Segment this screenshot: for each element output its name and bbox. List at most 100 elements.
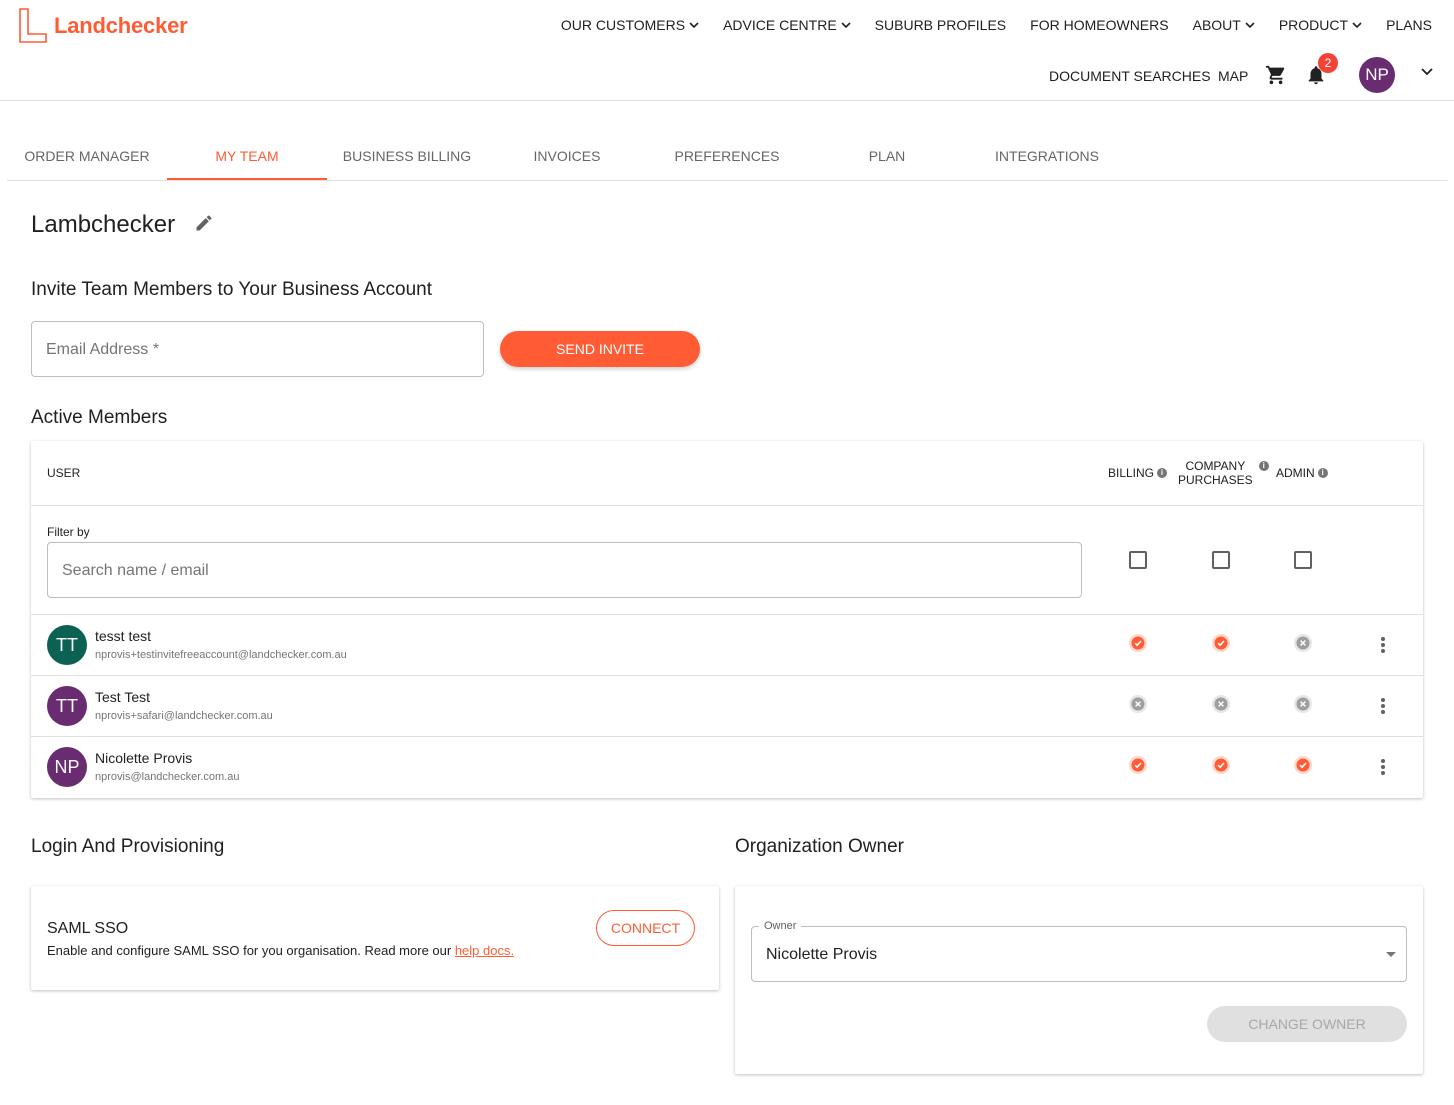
avatar: NP bbox=[47, 747, 87, 787]
send-invite-button[interactable]: SEND INVITE bbox=[500, 331, 700, 367]
nav-plans[interactable]: PLANS bbox=[1386, 16, 1432, 34]
chevron-down-icon bbox=[689, 22, 699, 28]
filter-row: Filter by Search name / email bbox=[31, 506, 1423, 615]
check-circle-icon bbox=[1129, 756, 1147, 774]
saml-card: SAML SSO Enable and configure SAML SSO f… bbox=[31, 886, 719, 990]
owner-selected-value: Nicolette Provis bbox=[766, 946, 878, 963]
owner-select[interactable]: Nicolette Provis bbox=[751, 926, 1407, 982]
member-name: Nicolette Provis bbox=[95, 750, 193, 766]
cancel-circle-icon bbox=[1294, 634, 1312, 652]
more-options-icon[interactable] bbox=[1379, 635, 1387, 655]
invite-title: Invite Team Members to Your Business Acc… bbox=[31, 279, 432, 300]
email-field[interactable]: Email Address * bbox=[31, 321, 484, 377]
filter-label: Filter by bbox=[47, 525, 90, 539]
column-label: COMPANY bbox=[1185, 459, 1246, 473]
tab-business-billing[interactable]: BUSINESS BILLING bbox=[327, 132, 487, 180]
table-row: TT tesst test nprovis+testinvitefreeaccoun… bbox=[31, 615, 1423, 676]
nav-suburb-profiles[interactable]: SUBURB PROFILES bbox=[875, 16, 1006, 34]
check-circle-icon bbox=[1129, 634, 1147, 652]
secondary-nav: DOCUMENT SEARCHES MAP 2 NP bbox=[0, 53, 1454, 93]
tab-integrations[interactable]: INTEGRATIONS bbox=[967, 132, 1127, 180]
nav-about[interactable]: ABOUT bbox=[1193, 16, 1255, 34]
info-icon[interactable]: i bbox=[1157, 468, 1168, 478]
member-name: Test Test bbox=[95, 689, 150, 705]
chevron-down-icon bbox=[1245, 22, 1255, 28]
avatar: TT bbox=[47, 625, 87, 665]
nav-label: PLANS bbox=[1386, 17, 1432, 33]
column-billing: BILLING i bbox=[1108, 466, 1168, 480]
nav-for-homeowners[interactable]: FOR HOMEOWNERS bbox=[1030, 16, 1168, 34]
landchecker-logo-icon bbox=[19, 8, 47, 43]
chevron-down-icon bbox=[1352, 22, 1362, 28]
brand-logo[interactable]: Landchecker bbox=[18, 8, 188, 44]
member-email: nprovis+safari@landchecker.com.au bbox=[95, 710, 273, 722]
nav-label: OUR CUSTOMERS bbox=[560, 17, 686, 33]
team-name: Lambchecker bbox=[31, 211, 176, 238]
tab-preferences[interactable]: PREFERENCES bbox=[647, 132, 807, 180]
avatar: TT bbox=[47, 686, 87, 726]
nav-advice-centre[interactable]: ADVICE CENTRE bbox=[723, 16, 851, 34]
company-purchases-filter-checkbox[interactable] bbox=[1212, 551, 1230, 569]
member-name: tesst test bbox=[95, 628, 152, 644]
tab-plan[interactable]: PLAN bbox=[807, 132, 967, 180]
owner-field-label: Owner bbox=[759, 920, 802, 932]
chevron-down-icon bbox=[841, 22, 851, 28]
search-input[interactable]: Search name / email bbox=[47, 542, 1082, 598]
change-owner-button[interactable]: CHANGE OWNER bbox=[1207, 1006, 1407, 1042]
user-avatar[interactable]: NP bbox=[1359, 57, 1395, 93]
connect-button[interactable]: CONNECT bbox=[596, 910, 695, 946]
billing-filter-checkbox[interactable] bbox=[1129, 551, 1147, 569]
nav-label: ABOUT bbox=[1192, 17, 1241, 33]
nav-product[interactable]: PRODUCT bbox=[1279, 16, 1362, 34]
cancel-circle-icon bbox=[1212, 695, 1230, 713]
table-header: USER BILLING i COMPANY PURCHASES i ADMIN… bbox=[31, 441, 1423, 506]
tab-invoices[interactable]: INVOICES bbox=[487, 132, 647, 180]
column-label: PURCHASES bbox=[1178, 473, 1253, 487]
nav-map[interactable]: MAP bbox=[1218, 68, 1248, 84]
table-row: NP Nicolette Provis nprovis@landchecker.co… bbox=[31, 737, 1423, 798]
nav-label: ADVICE CENTRE bbox=[723, 17, 837, 33]
cancel-circle-icon bbox=[1294, 695, 1312, 713]
nav-label: PRODUCT bbox=[1278, 17, 1349, 33]
column-admin: ADMIN i bbox=[1276, 466, 1328, 480]
login-provisioning-title: Login And Provisioning bbox=[31, 836, 225, 857]
notification-badge: 2 bbox=[1318, 53, 1338, 73]
cart-icon[interactable] bbox=[1265, 64, 1287, 86]
admin-filter-checkbox[interactable] bbox=[1294, 551, 1312, 569]
brand-name: Landchecker bbox=[54, 13, 188, 38]
dropdown-caret-icon bbox=[1386, 952, 1396, 957]
active-members-title: Active Members bbox=[31, 407, 168, 428]
nav-label: SUBURB PROFILES bbox=[874, 17, 1007, 33]
member-email: nprovis@landchecker.com.au bbox=[95, 771, 240, 783]
column-label: ADMIN bbox=[1276, 466, 1315, 480]
header-divider bbox=[0, 100, 1454, 101]
saml-description: Enable and configure SAML SSO for you or… bbox=[47, 943, 514, 958]
info-icon[interactable]: i bbox=[1258, 461, 1269, 471]
more-options-icon[interactable] bbox=[1379, 757, 1387, 777]
tab-order-manager[interactable]: ORDER MANAGER bbox=[7, 132, 167, 180]
column-company-purchases: COMPANY PURCHASES i bbox=[1178, 459, 1269, 487]
help-docs-link[interactable]: help docs. bbox=[455, 943, 514, 958]
check-circle-icon bbox=[1294, 756, 1312, 774]
top-nav: OUR CUSTOMERS ADVICE CENTRE SUBURB PROFI… bbox=[537, 16, 1432, 34]
table-row: TT Test Test nprovis+safari@landchecker.co… bbox=[31, 676, 1423, 737]
tab-my-team[interactable]: MY TEAM bbox=[167, 132, 327, 180]
account-tabs: ORDER MANAGER MY TEAM BUSINESS BILLING I… bbox=[7, 132, 1447, 181]
column-label: BILLING bbox=[1108, 466, 1155, 480]
saml-description-text: Enable and configure SAML SSO for you or… bbox=[47, 943, 455, 958]
pencil-icon[interactable] bbox=[194, 213, 214, 233]
nav-our-customers[interactable]: OUR CUSTOMERS bbox=[561, 16, 699, 34]
members-table: USER BILLING i COMPANY PURCHASES i ADMIN… bbox=[31, 441, 1423, 798]
info-icon[interactable]: i bbox=[1317, 468, 1328, 478]
cancel-circle-icon bbox=[1129, 695, 1147, 713]
nav-document-searches[interactable]: DOCUMENT SEARCHES bbox=[1049, 68, 1211, 84]
chevron-down-icon[interactable] bbox=[1421, 68, 1433, 76]
saml-title: SAML SSO bbox=[47, 920, 129, 937]
check-circle-icon bbox=[1212, 634, 1230, 652]
check-circle-icon bbox=[1212, 756, 1230, 774]
organization-owner-title: Organization Owner bbox=[735, 836, 904, 857]
member-email: nprovis+testinvitefreeaccount@landchecke… bbox=[95, 649, 347, 661]
more-options-icon[interactable] bbox=[1379, 696, 1387, 716]
nav-label: FOR HOMEOWNERS bbox=[1030, 17, 1169, 33]
owner-card: Nicolette Provis Owner CHANGE OWNER bbox=[735, 886, 1423, 1074]
